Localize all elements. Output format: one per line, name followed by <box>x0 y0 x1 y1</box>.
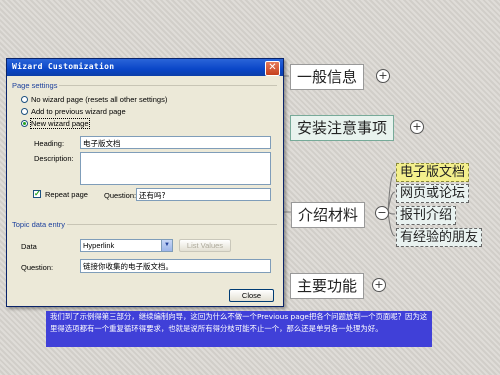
mindmap-node-general-info[interactable]: 一般信息 <box>290 64 365 90</box>
collapse-icon[interactable]: − <box>375 206 389 220</box>
close-icon[interactable]: ✕ <box>265 61 280 76</box>
topic-question-label: Question: <box>21 263 54 272</box>
list-values-button[interactable]: List Values <box>179 239 231 252</box>
expand-icon[interactable]: + <box>372 278 386 292</box>
wizard-customization-dialog: Wizard Customization ✕ Page settings No … <box>6 58 284 307</box>
heading-input[interactable]: 电子版文档 <box>80 136 271 149</box>
mindmap-node-main-features[interactable]: 主要功能 <box>290 273 365 299</box>
dialog-title: Wizard Customization <box>12 62 115 71</box>
mindmap-subnode-press[interactable]: 报刊介绍 <box>396 206 457 225</box>
data-type-value: Hyperlink <box>83 241 115 250</box>
radio-icon <box>21 108 28 115</box>
radio-no-wizard-page[interactable]: No wizard page (resets all other setting… <box>21 95 167 104</box>
mindmap-node-intro-materials[interactable]: 介绍材料 <box>291 202 366 228</box>
expand-icon[interactable]: + <box>410 120 424 134</box>
page-settings-label: Page settings <box>12 81 58 90</box>
question-label: Question: <box>104 191 137 200</box>
data-type-select[interactable]: Hyperlink ▼ <box>80 239 173 252</box>
mindmap-subnode-web-forum[interactable]: 网页或论坛 <box>396 184 470 203</box>
description-label: Description: <box>34 154 74 163</box>
group-divider <box>67 224 277 225</box>
topic-data-entry-label: Topic data entry <box>12 220 65 229</box>
radio-icon <box>21 96 28 103</box>
group-divider <box>59 85 277 86</box>
slide-caption: 我们到了示例得第三部分，继续编制向导，这回为什么不做一个Previous pag… <box>46 311 432 347</box>
mindmap-node-install-notes[interactable]: 安装注意事项 <box>290 115 395 141</box>
mindmap-subnode-experienced-friends[interactable]: 有经验的朋友 <box>396 228 483 247</box>
data-label: Data <box>21 242 37 251</box>
repeat-page-checkbox[interactable]: ✓ <box>33 190 41 198</box>
chevron-down-icon[interactable]: ▼ <box>161 240 172 251</box>
radio-add-previous-page[interactable]: Add to previous wizard page <box>21 107 126 116</box>
description-textarea[interactable] <box>80 152 271 185</box>
repeat-page-label: Repeat page <box>45 190 88 199</box>
radio-new-wizard-page[interactable]: New wizard page <box>21 118 90 129</box>
expand-icon[interactable]: + <box>376 69 390 83</box>
topic-question-input[interactable]: 链接你收集的电子版文档。 <box>80 259 271 273</box>
close-button[interactable]: Close <box>229 289 274 302</box>
radio-selected-icon <box>21 120 28 127</box>
repeat-question-input[interactable]: 还有吗? <box>136 188 271 201</box>
heading-label: Heading: <box>34 139 65 148</box>
dialog-titlebar[interactable]: Wizard Customization ✕ <box>7 59 283 76</box>
mindmap-subnode-electronic-docs[interactable]: 电子版文档 <box>396 163 470 182</box>
